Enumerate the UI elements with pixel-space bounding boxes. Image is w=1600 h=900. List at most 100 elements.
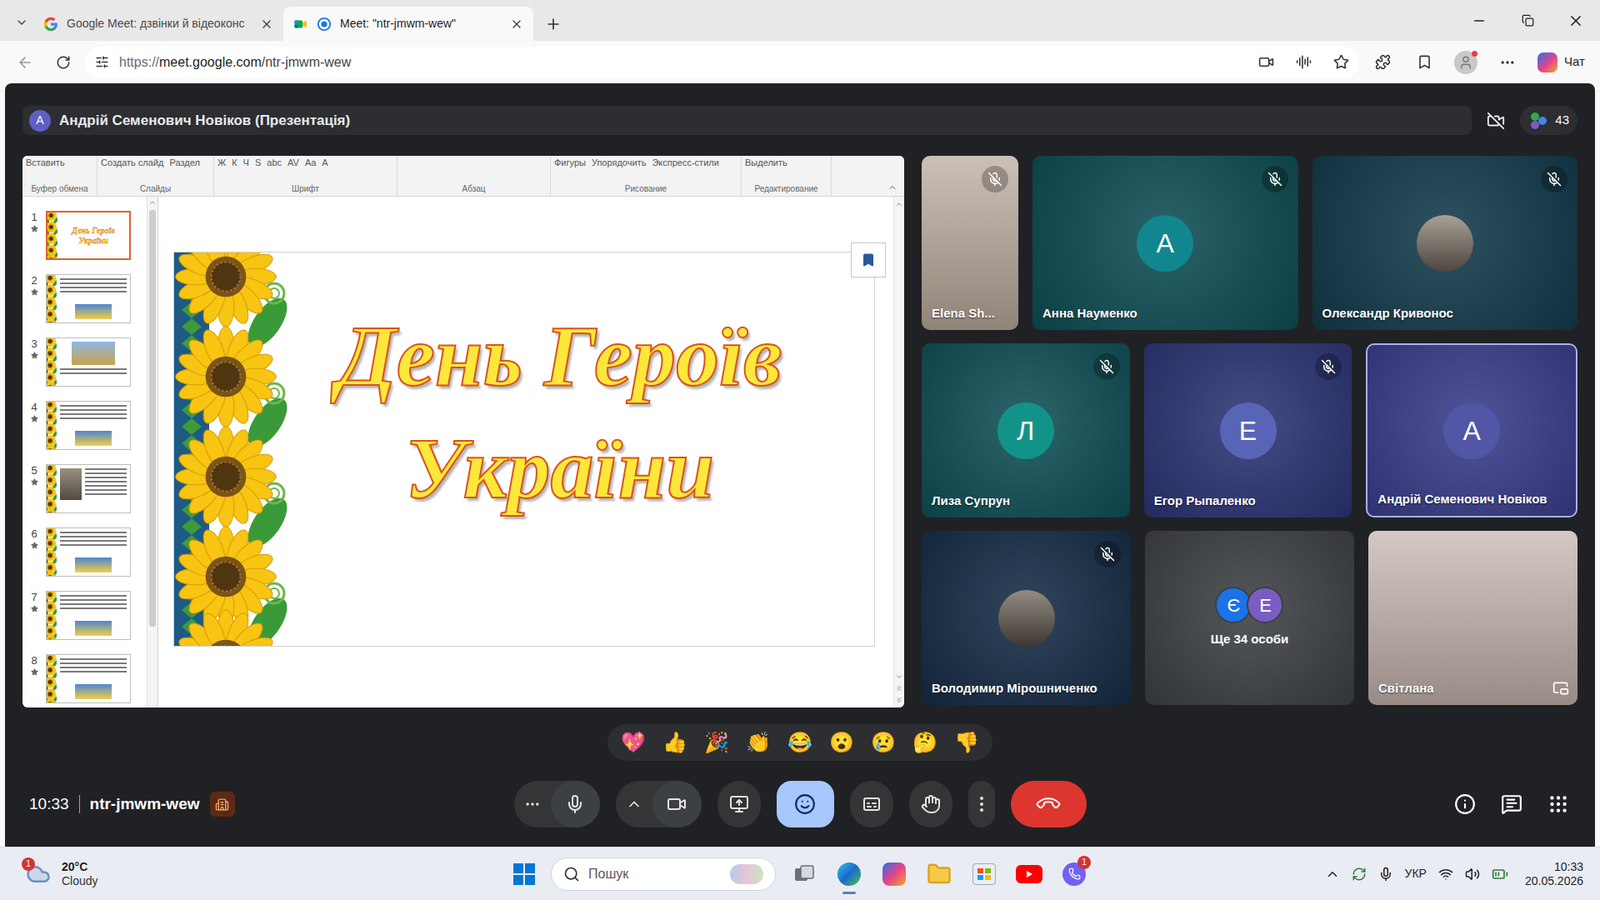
read-aloud-icon[interactable] [1295, 54, 1312, 70]
host-controls-badge[interactable] [210, 791, 235, 817]
ribbon-button[interactable]: Ч [243, 157, 250, 169]
back-button[interactable] [8, 45, 42, 80]
thumbnail-scrollbar[interactable] [146, 196, 158, 708]
picture-in-picture-icon[interactable] [1552, 680, 1570, 697]
reaction-button[interactable]: 👎 [945, 724, 988, 761]
scroll-up-icon[interactable] [148, 198, 157, 207]
ribbon-button[interactable]: S [255, 157, 261, 169]
ribbon-button[interactable]: К [231, 157, 237, 169]
raise-hand-button[interactable] [909, 780, 953, 828]
collapse-ribbon-icon[interactable] [887, 182, 898, 193]
favorites-button[interactable] [1405, 45, 1443, 80]
start-button[interactable] [504, 854, 545, 895]
scroll-up-icon[interactable] [895, 200, 904, 209]
participant-tile[interactable]: ААндрій Семенович Новіков [1365, 343, 1578, 518]
ribbon-button[interactable]: Выделить [745, 157, 788, 169]
reaction-button[interactable]: 💖 [612, 724, 655, 761]
slide-thumbnail[interactable] [45, 337, 131, 387]
participant-tile[interactable]: ЄЕЩе 34 особи [1145, 530, 1355, 705]
end-call-button[interactable] [1010, 780, 1087, 828]
site-info-icon[interactable] [95, 55, 110, 70]
hidden-icons-icon[interactable] [1325, 866, 1340, 882]
browser-tab[interactable]: Meet: "ntr-jmwm-wew" [283, 6, 534, 41]
close-tab-icon[interactable] [510, 17, 524, 31]
scroll-thumb[interactable] [149, 210, 156, 627]
participant-tile[interactable]: Elena Sh... [921, 155, 1019, 330]
ribbon-button[interactable]: AV [287, 157, 300, 169]
bookmark-button[interactable] [850, 242, 886, 278]
ribbon-button[interactable]: Фигуры [554, 157, 586, 169]
reaction-button[interactable]: 👍 [654, 724, 696, 761]
taskbar-app[interactable] [917, 852, 961, 896]
ribbon-button[interactable]: Экспресс-стили [651, 157, 719, 169]
camera-in-use-icon[interactable] [1258, 54, 1275, 70]
slide-thumbnail-item[interactable]: 6 [27, 527, 147, 577]
next-slide-icon[interactable] [895, 695, 904, 705]
reactions-button[interactable] [776, 780, 835, 828]
hide-tiles-icon[interactable] [1486, 111, 1505, 130]
ribbon-button[interactable]: abc [266, 157, 282, 169]
participant-tile[interactable]: ЛЛиза Супрун [921, 343, 1130, 518]
wifi-icon[interactable] [1438, 866, 1454, 882]
ribbon-button[interactable]: A [321, 157, 328, 169]
close-tab-icon[interactable] [260, 17, 274, 31]
taskbar-search[interactable]: Пошук [550, 857, 776, 891]
slide-thumbnail-item[interactable]: 5 [27, 464, 147, 514]
editor-scrollbar[interactable] [893, 196, 905, 708]
ribbon-button[interactable]: Раздел [169, 157, 200, 169]
input-language[interactable]: УКР [1405, 865, 1427, 883]
present-button[interactable] [717, 780, 761, 828]
more-vertical-button[interactable] [968, 780, 995, 828]
extensions-button[interactable] [1364, 45, 1401, 80]
reaction-button[interactable]: 😮 [820, 724, 863, 761]
slide-thumbnail-item[interactable]: 8 [27, 654, 147, 704]
slide-thumbnail[interactable] [45, 527, 131, 577]
sync-icon[interactable] [1351, 866, 1367, 882]
meeting-details-icon[interactable] [1454, 793, 1476, 815]
slide-thumbnail-item[interactable]: 3 [27, 337, 147, 387]
minimize-button[interactable] [1455, 0, 1504, 41]
close-button[interactable] [1551, 0, 1600, 41]
restore-button[interactable] [1503, 0, 1552, 41]
favorite-star-icon[interactable] [1333, 54, 1350, 70]
activities-icon[interactable] [1547, 793, 1570, 815]
slide-thumbnail-item[interactable]: 4 [27, 400, 147, 450]
chevron-up-button[interactable] [615, 780, 653, 828]
previous-slide-icon[interactable] [895, 684, 904, 693]
taskbar-app[interactable] [872, 852, 916, 896]
ribbon-button[interactable]: Упорядочить [591, 157, 646, 169]
taskbar-app[interactable]: 1 [1052, 852, 1096, 896]
slide-thumbnail[interactable] [45, 400, 131, 450]
reaction-button[interactable]: 👏 [737, 724, 780, 761]
chat-icon[interactable] [1500, 793, 1523, 815]
ribbon-button[interactable]: Aa [305, 157, 316, 169]
more-horizontal-button[interactable] [514, 780, 551, 828]
copilot-chat-button[interactable]: Чат [1530, 45, 1592, 80]
microphone-tray-icon[interactable] [1378, 866, 1394, 882]
weather-widget[interactable]: 120°CCloudy [11, 859, 505, 890]
participant-tile[interactable]: Володимир Мірошниченко [921, 530, 1131, 705]
ribbon-button[interactable]: Вставить [25, 157, 65, 169]
slide-thumbnail[interactable] [45, 274, 131, 324]
refresh-button[interactable] [46, 45, 80, 80]
slide-thumbnail[interactable] [45, 464, 131, 514]
tab-list-button[interactable] [10, 5, 34, 40]
taskbar-app[interactable] [962, 852, 1006, 896]
browser-tab[interactable]: Google Meet: дзвінки й відеоконс [33, 6, 284, 41]
url-field[interactable]: https://meet.google.com/ntr-jmwm-wew [85, 46, 1360, 79]
slide-thumbnail-item[interactable]: 1День ГероївУкраїни [27, 210, 147, 260]
participant-tile[interactable]: Світлана [1368, 530, 1578, 705]
reaction-button[interactable]: 🎉 [695, 724, 738, 761]
participant-tile[interactable]: ЕЕгор Рыпаленко [1144, 343, 1353, 518]
reaction-button[interactable]: 😂 [779, 724, 821, 761]
slide-thumbnail-item[interactable]: 7 [27, 590, 147, 640]
browser-menu-button[interactable] [1489, 45, 1526, 80]
reaction-button[interactable]: 😢 [862, 724, 905, 761]
participant-tile[interactable]: Олександр Кривонос [1312, 155, 1579, 330]
profile-button[interactable] [1447, 45, 1485, 80]
reaction-button[interactable]: 🤔 [904, 724, 946, 761]
microphone-button[interactable] [550, 780, 600, 828]
new-tab-button[interactable] [538, 7, 569, 41]
taskbar-app[interactable] [782, 852, 826, 896]
ribbon-button[interactable]: Ж [217, 157, 226, 169]
